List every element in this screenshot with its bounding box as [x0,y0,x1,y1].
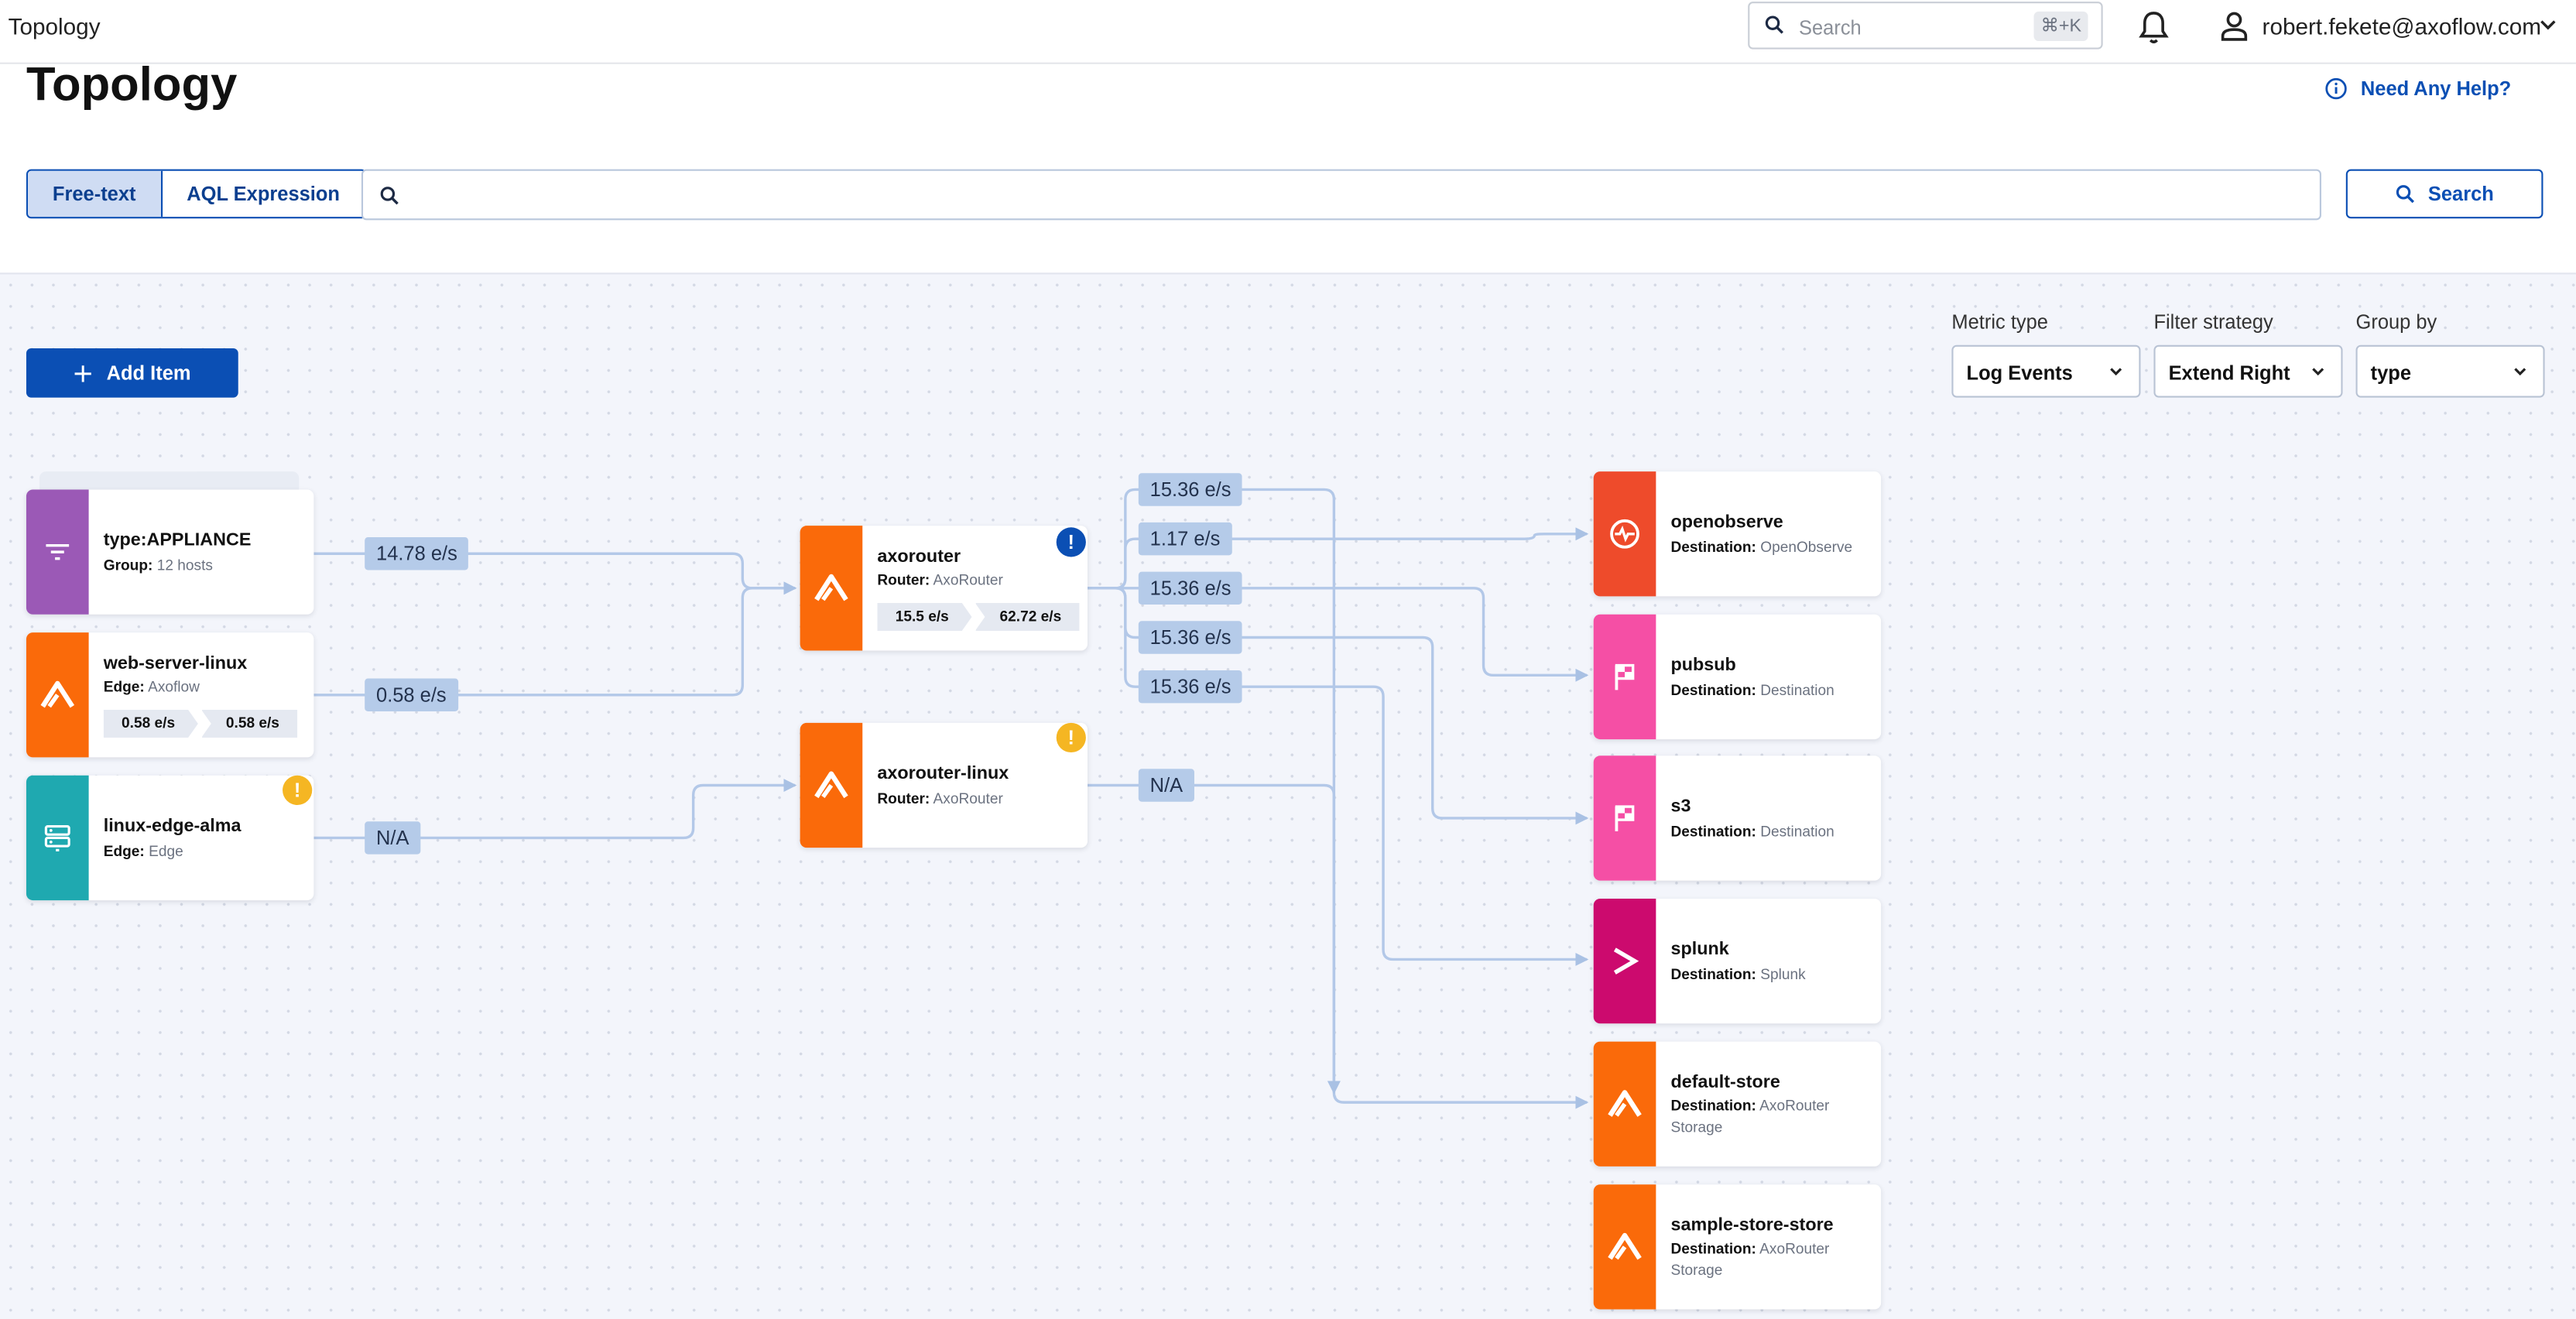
warning-badge[interactable]: ! [283,775,313,805]
node-name: type:APPLIANCE [103,530,252,551]
topology-page: Topology Search ⌘+K robert.fekete@axoflo… [0,0,2576,1319]
flag-icon [1593,755,1656,881]
node-rates: 15.5 e/s 62.72 e/s [877,602,1080,632]
node-name: sample-store-store [1670,1215,1834,1236]
node-openobserve[interactable]: openobserve Destination: OpenObserve [1593,471,1882,597]
node-type-appliance[interactable]: type:APPLIANCE Group: 12 hosts [26,489,314,615]
node-subtitle: Destination: Splunk [1670,965,1806,983]
axoflow-icon [1593,1184,1656,1310]
node-subtitle: Destination: AxoRouter Storage [1670,1097,1830,1136]
axoflow-icon [1593,1041,1656,1167]
rate-in: 15.5 e/s [877,603,971,631]
node-name: pubsub [1670,655,1736,676]
splunk-icon [1593,898,1656,1024]
node-name: linux-edge-alma [103,816,242,837]
edge-label[interactable]: 1.17 e/s [1138,522,1232,556]
alert-badge[interactable]: ! [1056,527,1086,557]
node-web-server-linux[interactable]: web-server-linux Edge: Axoflow 0.58 e/s … [26,632,314,758]
axoflow-icon [26,632,89,758]
rate-out: 62.72 e/s [975,602,1080,632]
node-s3[interactable]: s3 Destination: Destination [1593,755,1882,881]
node-subtitle: Destination: Destination [1670,823,1834,840]
topology-edges [313,488,1589,1109]
rate-in: 0.58 e/s [104,710,198,738]
node-splunk[interactable]: splunk Destination: Splunk [1593,898,1882,1024]
edge-label[interactable]: 15.36 e/s [1138,670,1243,704]
node-subtitle: Destination: OpenObserve [1670,539,1853,556]
node-name: web-server-linux [103,653,248,674]
node-subtitle: Edge: Edge [103,842,183,860]
node-name: axorouter-linux [877,763,1009,784]
node-name: splunk [1670,940,1729,960]
warning-badge[interactable]: ! [1056,722,1086,753]
flag-icon [1593,614,1656,740]
node-name: openobserve [1670,512,1783,533]
node-sample-store-store[interactable]: sample-store-store Destination: AxoRoute… [1593,1184,1882,1310]
edge-label[interactable]: 14.78 e/s [365,537,469,570]
node-default-store[interactable]: default-store Destination: AxoRouter Sto… [1593,1041,1882,1167]
node-subtitle: Destination: AxoRouter Storage [1670,1240,1830,1279]
openobserve-icon [1593,471,1656,597]
node-axorouter-linux[interactable]: axorouter-linux Router: AxoRouter ! [800,722,1088,848]
node-linux-edge-alma[interactable]: linux-edge-alma Edge: Edge ! [26,775,314,901]
node-subtitle: Router: AxoRouter [877,571,1003,588]
node-pubsub[interactable]: pubsub Destination: Destination [1593,614,1882,740]
edge-label[interactable]: N/A [1138,769,1195,802]
edge-label[interactable]: N/A [365,821,421,855]
node-axorouter[interactable]: axorouter Router: AxoRouter 15.5 e/s 62.… [800,526,1088,651]
filter-icon [26,489,89,615]
edge-label[interactable]: 15.36 e/s [1138,621,1243,654]
node-subtitle: Edge: Axoflow [103,678,200,695]
edge-label[interactable]: 15.36 e/s [1138,571,1243,605]
node-subtitle: Router: AxoRouter [877,790,1003,807]
rate-out: 0.58 e/s [201,709,298,738]
node-subtitle: Group: 12 hosts [103,557,213,574]
axoflow-icon [800,722,863,848]
node-name: default-store [1670,1072,1780,1093]
edge-label[interactable]: 0.58 e/s [365,678,458,711]
node-name: axorouter [877,546,961,567]
edge-axorouter-linux-default-store [1088,783,1341,1095]
axoflow-icon [800,526,863,651]
node-rates: 0.58 e/s 0.58 e/s [104,709,298,738]
node-subtitle: Destination: Destination [1670,681,1834,699]
server-icon [26,775,89,901]
edge-label[interactable]: 15.36 e/s [1138,473,1243,506]
node-name: s3 [1670,797,1691,817]
